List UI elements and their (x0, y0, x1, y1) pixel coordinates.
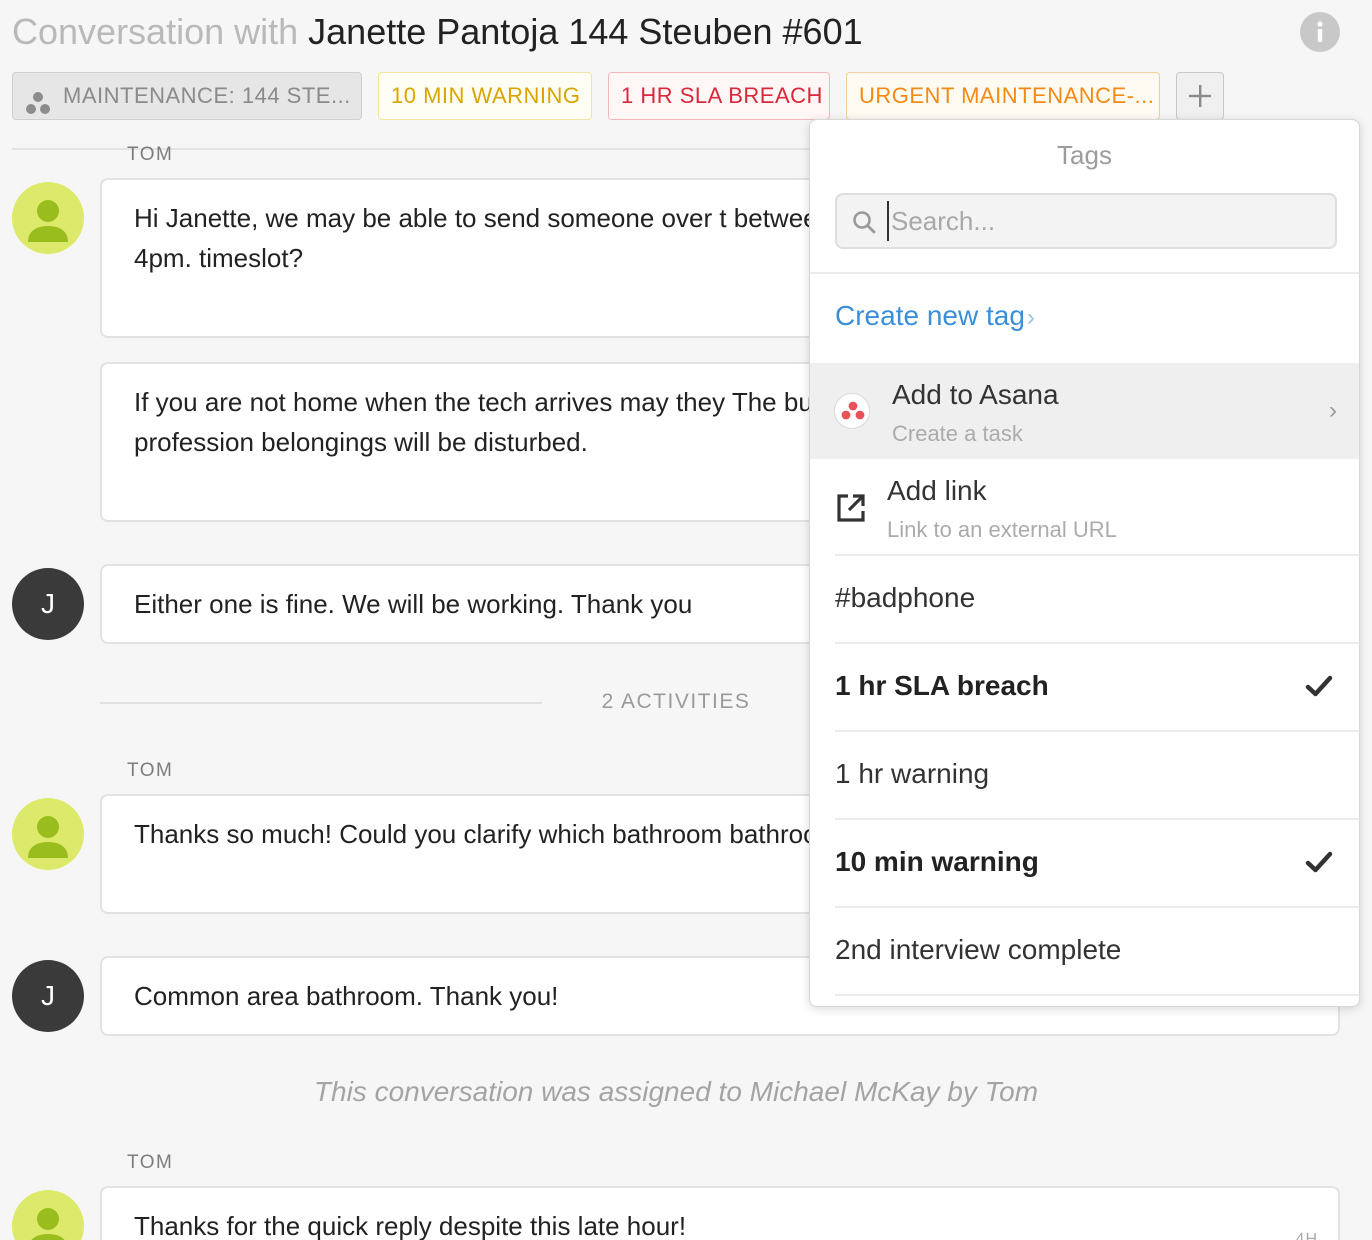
tag-search-input[interactable] (887, 201, 1317, 241)
activities-toggle[interactable]: 2 ACTIVITIES (560, 690, 792, 714)
info-icon[interactable] (1300, 12, 1340, 52)
message-author: TOM (127, 1152, 174, 1173)
tag-chip-label: URGENT MAINTENANCE-... (859, 83, 1155, 108)
conversation-title: Janette Pantoja 144 Steuben #601 (308, 11, 863, 52)
avatar (12, 182, 84, 254)
tag-option[interactable]: 2nd interview complete (835, 934, 1121, 966)
chevron-right-icon: › (1329, 397, 1337, 424)
message-text: Either one is fine. We will be working. … (134, 589, 693, 619)
header-prefix: Conversation with (12, 11, 299, 52)
external-link-icon (835, 492, 867, 529)
separator (835, 818, 1359, 820)
tag-option[interactable]: 1 hr warning (835, 758, 989, 790)
checkmark-icon (1305, 848, 1333, 881)
asana-icon (834, 393, 870, 429)
asana-subtitle: Create a task (892, 421, 1023, 446)
avatar: J (12, 568, 84, 640)
create-new-tag-link[interactable]: Create new tag› (835, 300, 1035, 332)
checkmark-icon (1305, 672, 1333, 705)
tag-chip-label: 1 HR SLA BREACH (621, 83, 823, 108)
dropdown-title: Tags (1057, 140, 1112, 170)
tag-option[interactable]: #badphone (835, 582, 975, 614)
separator (835, 554, 1359, 556)
add-link-item[interactable]: Add link Link to an external URL (810, 459, 1359, 555)
separator (835, 642, 1359, 644)
team-icon (25, 85, 51, 119)
message-author: TOM (127, 760, 174, 781)
separator (810, 272, 1359, 274)
assignment-note: This conversation was assigned to Michae… (313, 1076, 1039, 1107)
separator (835, 906, 1359, 908)
tag-option[interactable]: 1 hr SLA breach (835, 670, 1049, 702)
user-icon (28, 200, 68, 242)
plus-icon (1189, 85, 1211, 107)
create-new-tag-label: Create new tag (835, 300, 1025, 331)
user-icon (31, 1208, 65, 1240)
separator (835, 994, 1359, 996)
message-text: Thanks for the quick reply despite this … (134, 1211, 687, 1240)
tag-chip-label: 10 MIN WARNING (391, 83, 581, 108)
message-text: Common area bathroom. Thank you! (134, 981, 559, 1011)
tag-search-box (835, 193, 1337, 249)
tag-chip-10-min-warning[interactable]: 10 MIN WARNING (378, 72, 592, 120)
add-tag-button[interactable] (1176, 72, 1224, 120)
tag-option[interactable]: 10 min warning (835, 846, 1039, 878)
tag-chip-label: MAINTENANCE: 144 STE... (63, 83, 351, 108)
chevron-right-icon: › (1026, 304, 1035, 331)
message-author: TOM (127, 144, 174, 165)
tag-chip-urgent-maintenance[interactable]: URGENT MAINTENANCE-... (846, 72, 1160, 120)
add-to-asana-item[interactable]: Add to Asana Create a task › (810, 363, 1359, 459)
tag-chip-1-hr-sla-breach[interactable]: 1 HR SLA BREACH (608, 72, 830, 120)
message-bubble: Thanks for the quick reply despite this … (100, 1186, 1340, 1240)
tag-chip-maintenance[interactable]: MAINTENANCE: 144 STE... (12, 72, 362, 120)
tags-dropdown: Tags Create new tag› Add to Asana Create… (809, 119, 1360, 1007)
avatar: J (12, 960, 84, 1032)
add-link-title: Add link (887, 475, 987, 506)
avatar (12, 1190, 84, 1240)
separator (835, 730, 1359, 732)
add-link-subtitle: Link to an external URL (887, 517, 1117, 542)
message-timestamp: 4H (1295, 1231, 1318, 1240)
asana-title: Add to Asana (892, 379, 1059, 410)
search-icon (853, 211, 876, 234)
user-icon (28, 816, 68, 858)
avatar (12, 798, 84, 870)
activities-divider (100, 702, 542, 704)
conversation-header: Conversation with Janette Pantoja 144 St… (12, 10, 863, 54)
